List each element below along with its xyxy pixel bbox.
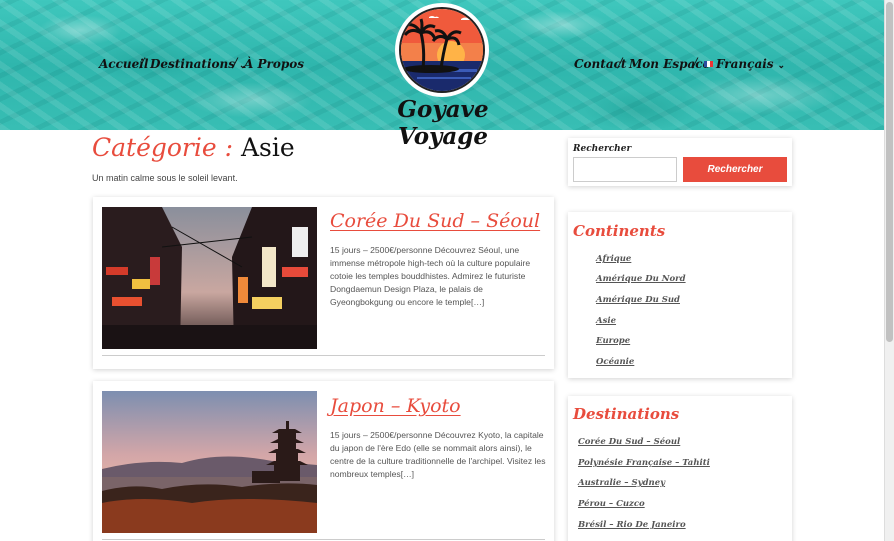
search-button[interactable]: Rechercher: [683, 157, 787, 182]
post-title-link[interactable]: Corée Du Sud – Séoul: [330, 210, 540, 232]
page-title-prefix: Catégorie :: [92, 133, 234, 162]
chevron-down-icon: ⌄: [777, 61, 786, 71]
site-title[interactable]: Goyave Voyage: [366, 96, 520, 150]
palm-sunset-logo-icon: [399, 7, 485, 93]
destination-link[interactable]: Corée Du Sud – Séoul: [578, 437, 680, 447]
destinations-widget: Destinations Corée Du Sud – Séoul Polyné…: [568, 396, 792, 541]
destination-link[interactable]: Brésil – Rio De Janeiro: [578, 520, 686, 530]
destinations-title: Destinations: [573, 405, 680, 423]
nav-language-label: Français: [716, 57, 774, 71]
search-widget: Rechercher Rechercher: [568, 138, 792, 186]
post-divider: [102, 539, 545, 540]
page-title: Catégorie : Asie: [92, 133, 295, 162]
search-label: Rechercher: [573, 144, 632, 154]
continent-link[interactable]: Afrique: [596, 254, 631, 264]
nav-language-select[interactable]: Français ⌄: [704, 57, 785, 71]
post-thumbnail-seoul[interactable]: [102, 207, 317, 349]
destination-link[interactable]: Australie – Sydney: [578, 478, 665, 488]
search-input[interactable]: [573, 157, 677, 182]
post-title-link[interactable]: Japon – Kyoto: [330, 395, 461, 417]
post-excerpt: 15 jours – 2500€/personne Découvrez Séou…: [330, 245, 531, 307]
continents-title: Continents: [573, 222, 666, 240]
post-card: Japon – Kyoto 15 jours – 2500€/personne …: [93, 381, 554, 541]
continent-link[interactable]: Amérique Du Nord: [596, 274, 686, 284]
nav-separator: /: [618, 56, 623, 71]
continent-link[interactable]: Océanie: [596, 357, 634, 367]
page-title-category: Asie: [241, 133, 295, 162]
continent-link[interactable]: Asie: [596, 316, 616, 326]
page-scrollbar[interactable]: [884, 0, 894, 541]
post-divider: [102, 355, 545, 356]
continent-link[interactable]: Amérique Du Sud: [596, 295, 680, 305]
nav-separator: /: [140, 56, 145, 71]
site-header: Accueil / Destinations ⌄ / À Propos Goyav…: [0, 0, 884, 150]
nav-separator: /: [233, 56, 238, 71]
nav-a-propos[interactable]: À Propos: [244, 57, 304, 71]
continent-link[interactable]: Europe: [596, 336, 630, 346]
nav-separator: /: [693, 56, 698, 71]
destination-link[interactable]: Pérou – Cuzco: [578, 499, 645, 509]
site-logo[interactable]: [395, 3, 489, 97]
post-thumbnail-kyoto[interactable]: [102, 391, 317, 533]
continents-widget: Continents Afrique Amérique Du Nord Amér…: [568, 212, 792, 378]
scrollbar-thumb[interactable]: [886, 2, 893, 342]
category-description: Un matin calme sous le soleil levant.: [92, 173, 238, 183]
post-excerpt: 15 jours – 2500€/personne Découvrez Kyot…: [330, 430, 546, 479]
nav-destinations-label: Destinations: [150, 57, 235, 71]
nav-mon-espace[interactable]: Mon Espace: [629, 57, 710, 71]
post-card: Corée Du Sud – Séoul 15 jours – 2500€/pe…: [93, 197, 554, 369]
french-flag-icon: [704, 61, 713, 67]
destination-link[interactable]: Polynésie Française – Tahiti: [578, 458, 710, 468]
